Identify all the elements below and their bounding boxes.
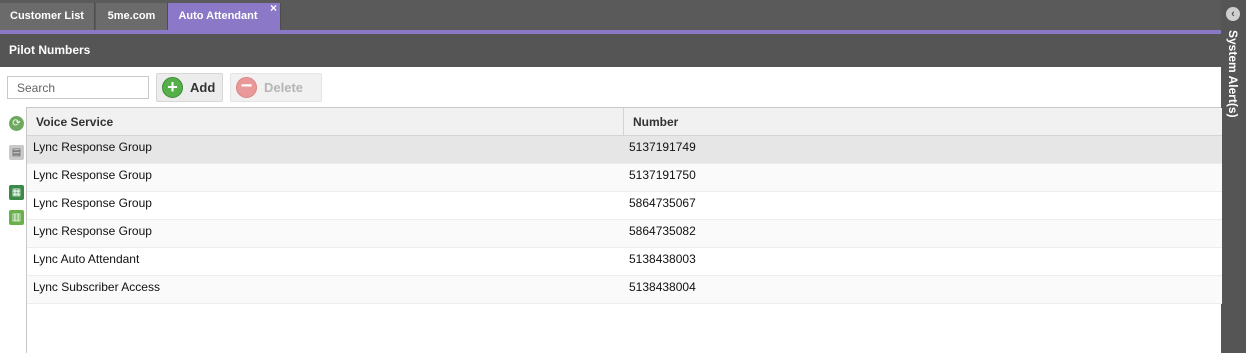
- system-alerts-panel[interactable]: ‹ System Alert(s): [1221, 0, 1246, 353]
- table-row[interactable]: Lync Auto Attendant 5138438003: [27, 248, 1222, 276]
- tab-customer-list[interactable]: Customer List: [0, 3, 95, 30]
- tab-label: Customer List: [10, 10, 84, 22]
- tab-auto-attendant[interactable]: Auto Attendant ×: [168, 0, 281, 30]
- table-header: Voice Service Number: [27, 108, 1222, 136]
- table-row[interactable]: Lync Subscriber Access 5138438004: [27, 276, 1222, 304]
- number-cell: 5137191749: [629, 140, 696, 154]
- delete-button[interactable]: − Delete: [230, 73, 322, 102]
- page-title: Pilot Numbers: [0, 34, 1221, 67]
- voice-service-cell: Lync Auto Attendant: [33, 252, 140, 266]
- print-icon[interactable]: ▤: [9, 145, 24, 160]
- table-row[interactable]: Lync Response Group 5864735067: [27, 192, 1222, 220]
- table-row[interactable]: Lync Response Group 5864735082: [27, 220, 1222, 248]
- plus-icon: +: [162, 77, 183, 98]
- csv-export-icon[interactable]: ▥: [9, 210, 24, 225]
- tab-label: 5me.com: [107, 10, 156, 22]
- delete-button-label: Delete: [264, 80, 304, 95]
- voice-service-cell: Lync Response Group: [33, 168, 152, 182]
- search-input[interactable]: [7, 76, 149, 99]
- tab-bar: Customer List 5me.com Auto Attendant ×: [0, 0, 1221, 30]
- voice-service-cell: Lync Response Group: [33, 224, 152, 238]
- table-row[interactable]: Lync Response Group 5137191750: [27, 164, 1222, 192]
- minus-icon: −: [236, 76, 257, 98]
- column-header-number[interactable]: Number: [624, 108, 1222, 136]
- number-cell: 5864735067: [629, 196, 696, 210]
- number-cell: 5137191750: [629, 168, 696, 182]
- voice-service-cell: Lync Response Group: [33, 140, 152, 154]
- chevron-left-icon[interactable]: ‹: [1226, 7, 1240, 21]
- table-row[interactable]: Lync Response Group 5137191749: [27, 136, 1222, 164]
- tab-5me-com[interactable]: 5me.com: [96, 3, 168, 30]
- pilot-numbers-table: Voice Service Number Lync Response Group…: [26, 107, 1222, 353]
- excel-export-icon[interactable]: ▦: [9, 185, 24, 200]
- voice-service-cell: Lync Response Group: [33, 196, 152, 210]
- refresh-icon[interactable]: ⟳: [9, 116, 24, 131]
- system-alerts-label: System Alert(s): [1226, 30, 1240, 118]
- add-button-label: Add: [190, 80, 216, 95]
- number-cell: 5138438003: [629, 252, 696, 266]
- number-cell: 5864735082: [629, 224, 696, 238]
- voice-service-cell: Lync Subscriber Access: [33, 280, 160, 294]
- close-icon[interactable]: ×: [270, 0, 277, 22]
- add-button[interactable]: + Add: [156, 73, 223, 102]
- tab-label: Auto Attendant: [178, 10, 258, 22]
- number-cell: 5138438004: [629, 280, 696, 294]
- column-header-voice-service[interactable]: Voice Service: [27, 108, 624, 136]
